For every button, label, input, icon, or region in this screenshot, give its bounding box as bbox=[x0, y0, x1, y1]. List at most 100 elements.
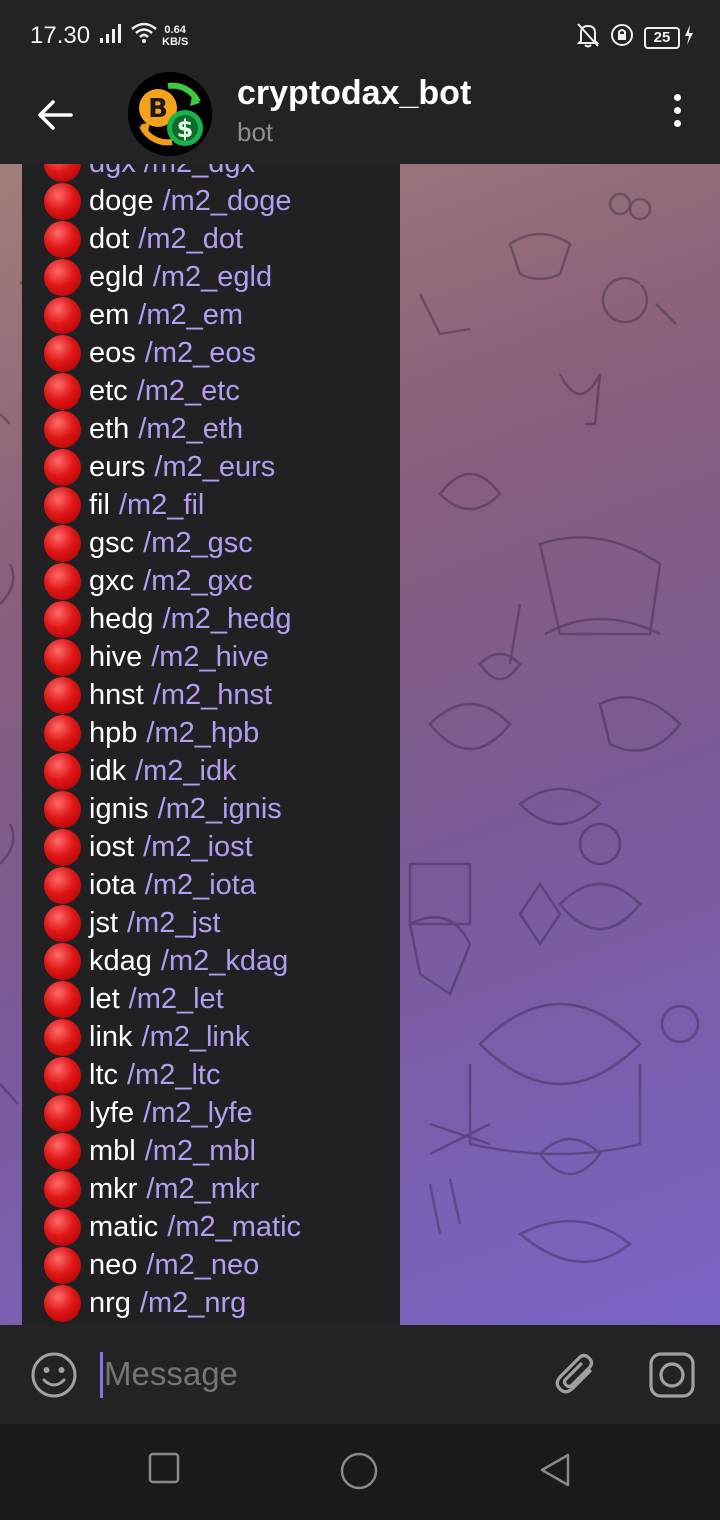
coin-name: jst bbox=[89, 906, 118, 939]
command-link[interactable]: /m2_egld bbox=[153, 261, 272, 294]
red-circle-icon bbox=[44, 164, 81, 182]
command-link[interactable]: /m2_ignis bbox=[158, 793, 282, 826]
red-circle-icon bbox=[44, 600, 81, 638]
command-link[interactable]: /m2_fil bbox=[119, 489, 204, 522]
command-link[interactable]: /m2_eurs bbox=[154, 451, 275, 484]
red-circle-icon bbox=[44, 410, 81, 448]
red-circle-icon bbox=[44, 676, 81, 714]
coin-name: iost bbox=[89, 830, 135, 863]
message-bubble[interactable]: dgx /m2_dgx doge/m2_dogedot/m2_dotegld/m… bbox=[22, 164, 400, 1325]
command-link[interactable]: /m2_iost bbox=[143, 831, 253, 864]
text-cursor bbox=[100, 1352, 103, 1398]
network-speed-value: 0.64 bbox=[164, 24, 186, 36]
recents-button[interactable] bbox=[148, 1452, 180, 1489]
list-item: eth/m2_eth bbox=[44, 410, 400, 448]
back-button[interactable] bbox=[30, 90, 80, 140]
red-circle-icon bbox=[44, 942, 81, 980]
status-icons: 25 bbox=[576, 22, 694, 53]
command-link[interactable]: /m2_jst bbox=[127, 907, 220, 940]
red-circle-icon bbox=[44, 752, 81, 790]
red-circle-icon bbox=[44, 1170, 81, 1208]
coin-name: em bbox=[89, 298, 130, 331]
chat-header: B $ cryptodax_bot bot bbox=[0, 72, 720, 164]
command-link[interactable]: /m2_hedg bbox=[163, 603, 292, 636]
list-item: lyfe/m2_lyfe bbox=[44, 1094, 400, 1132]
coin-name: doge bbox=[89, 184, 154, 217]
red-circle-icon bbox=[44, 866, 81, 904]
command-link[interactable]: /m2_matic bbox=[167, 1211, 301, 1244]
home-button[interactable] bbox=[340, 1452, 378, 1495]
list-item: hedg/m2_hedg bbox=[44, 600, 400, 638]
message-input-bar bbox=[0, 1325, 720, 1424]
command-link[interactable]: /m2_ltc bbox=[127, 1059, 220, 1092]
emoji-button[interactable] bbox=[30, 1351, 78, 1404]
coin-name: hedg bbox=[89, 602, 154, 635]
list-item: nrg/m2_nrg bbox=[44, 1284, 400, 1322]
red-circle-icon bbox=[44, 638, 81, 676]
command-link[interactable]: /m2_iota bbox=[145, 869, 256, 902]
coin-name: gxc bbox=[89, 564, 135, 597]
command-link[interactable]: /m2_mkr bbox=[146, 1173, 259, 1206]
command-link[interactable]: /m2_hnst bbox=[153, 679, 272, 712]
red-circle-icon bbox=[44, 334, 81, 372]
list-item: matic/m2_matic bbox=[44, 1208, 400, 1246]
back-nav-button[interactable] bbox=[538, 1452, 572, 1493]
command-link[interactable]: /m2_etc bbox=[137, 375, 240, 408]
command-link[interactable]: /m2_gsc bbox=[143, 527, 253, 560]
chat-area[interactable]: dgx /m2_dgx doge/m2_dogedot/m2_dotegld/m… bbox=[0, 164, 720, 1325]
red-circle-icon bbox=[44, 372, 81, 410]
red-circle-icon bbox=[44, 1246, 81, 1284]
svg-text:$: $ bbox=[177, 115, 194, 143]
red-circle-icon bbox=[44, 296, 81, 334]
list-item: iota/m2_iota bbox=[44, 866, 400, 904]
red-circle-icon bbox=[44, 790, 81, 828]
command-link[interactable]: /m2_mbl bbox=[145, 1135, 256, 1168]
coin-name: let bbox=[89, 982, 120, 1015]
command-link[interactable]: /m2_let bbox=[129, 983, 224, 1016]
command-link[interactable]: /m2_nrg bbox=[140, 1287, 246, 1320]
red-circle-icon bbox=[44, 524, 81, 562]
command-link[interactable]: /m2_doge bbox=[163, 185, 292, 218]
chat-title[interactable]: cryptodax_bot bbox=[237, 74, 471, 113]
avatar[interactable]: B $ bbox=[128, 72, 212, 156]
circle-icon bbox=[340, 1452, 378, 1490]
coin-name: idk bbox=[89, 754, 127, 787]
red-circle-icon bbox=[44, 562, 81, 600]
command-link[interactable]: /m2_em bbox=[138, 299, 243, 332]
command-link[interactable]: /m2_lyfe bbox=[143, 1097, 253, 1130]
coin-name: mkr bbox=[89, 1172, 138, 1205]
command-link[interactable]: /m2_kdag bbox=[161, 945, 288, 978]
list-item: hpb/m2_hpb bbox=[44, 714, 400, 752]
attach-button[interactable] bbox=[552, 1351, 600, 1404]
command-link[interactable]: /m2_eos bbox=[145, 337, 256, 370]
command-link[interactable]: /m2_gxc bbox=[143, 565, 253, 598]
coin-name: neo bbox=[89, 1248, 138, 1281]
coin-name: dot bbox=[89, 222, 130, 255]
battery-level: 25 bbox=[644, 26, 680, 49]
list-item: jst/m2_jst bbox=[44, 904, 400, 942]
coin-name: ignis bbox=[89, 792, 149, 825]
coin-name: mbl bbox=[89, 1134, 136, 1167]
command-link[interactable]: /m2_hpb bbox=[146, 717, 259, 750]
command-link[interactable]: /m2_hive bbox=[151, 641, 269, 674]
network-speed-unit: KB/S bbox=[162, 36, 189, 48]
command-link[interactable]: /m2_idk bbox=[135, 755, 237, 788]
more-vertical-icon bbox=[673, 93, 681, 101]
red-circle-icon bbox=[44, 1208, 81, 1246]
command-link[interactable]: /m2_dot bbox=[138, 223, 243, 256]
command-link[interactable]: dgx /m2_dgx bbox=[89, 164, 255, 180]
command-link[interactable]: /m2_link bbox=[142, 1021, 250, 1054]
red-circle-icon bbox=[44, 904, 81, 942]
red-circle-icon bbox=[44, 220, 81, 258]
list-item: kdag/m2_kdag bbox=[44, 942, 400, 980]
more-options-button[interactable] bbox=[662, 90, 692, 130]
camera-button[interactable] bbox=[648, 1351, 696, 1404]
coin-name: iota bbox=[89, 868, 136, 901]
command-link[interactable]: /m2_eth bbox=[138, 413, 243, 446]
coin-name: etc bbox=[89, 374, 128, 407]
message-input[interactable] bbox=[104, 1355, 524, 1393]
coin-name: eurs bbox=[89, 450, 146, 483]
red-circle-icon bbox=[44, 828, 81, 866]
coin-name: link bbox=[89, 1020, 133, 1053]
command-link[interactable]: /m2_neo bbox=[146, 1249, 259, 1282]
